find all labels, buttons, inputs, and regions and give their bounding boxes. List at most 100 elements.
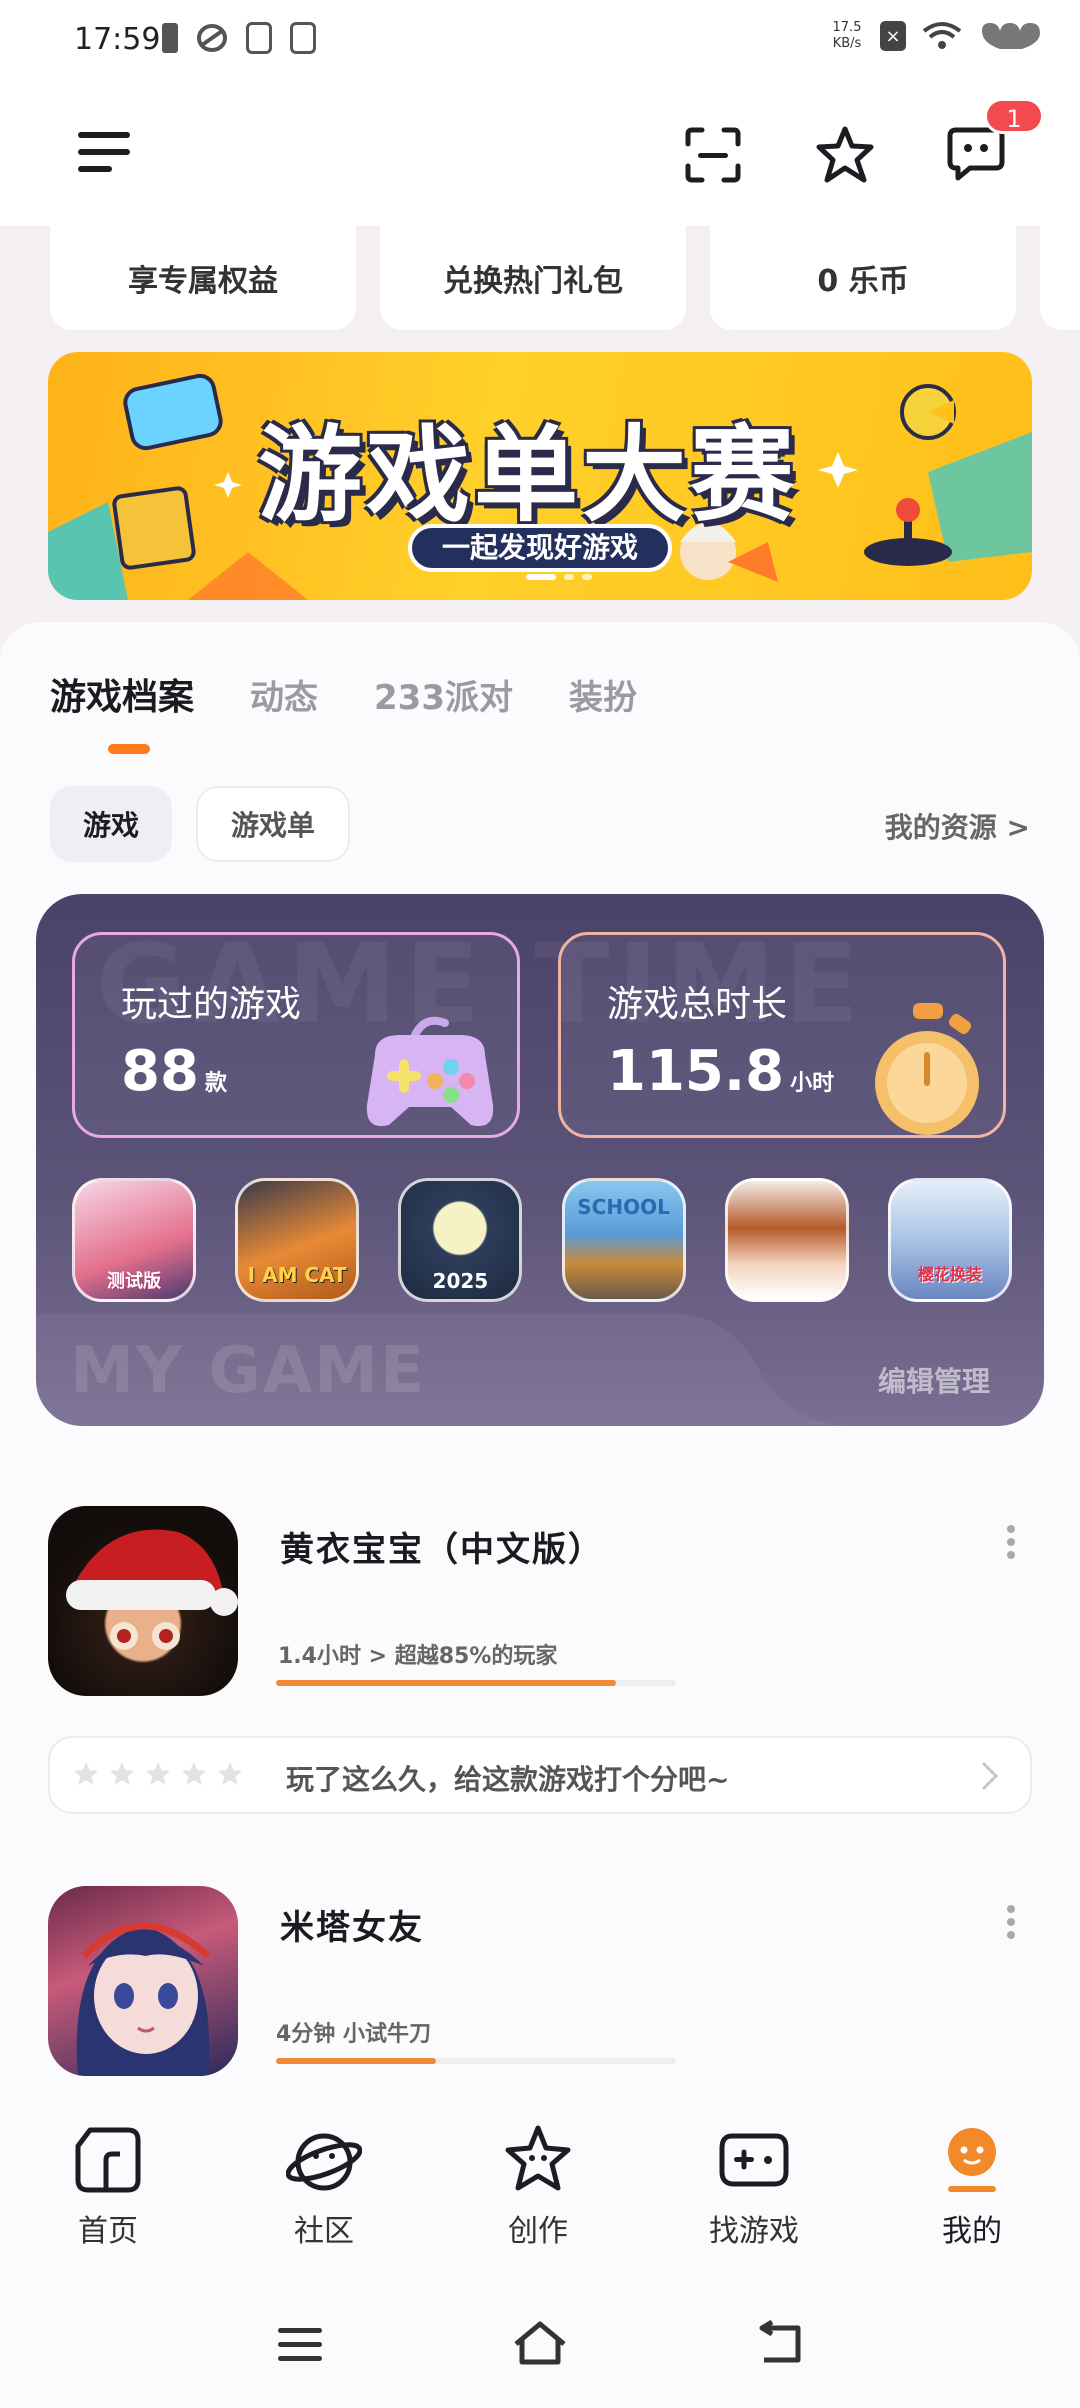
banner-pagination: [526, 574, 592, 580]
sim-icon: ×: [880, 21, 906, 51]
tab-233-party[interactable]: 233派对: [374, 670, 513, 719]
game-time-card: GAME TIME 玩过的游戏 88 款 游戏总时长 115.8 小时 测试版 I …: [36, 894, 1044, 1426]
total-unit: 小时: [790, 1071, 835, 1096]
filter-games-chip[interactable]: 游戏: [50, 786, 172, 862]
more-options-icon[interactable]: [1006, 1904, 1016, 1940]
playtime-progress-track: [276, 2058, 676, 2064]
game-title[interactable]: 黄衣宝宝（中文版）: [280, 1522, 604, 1571]
star-icon[interactable]: [108, 1760, 136, 1788]
scan-icon[interactable]: [684, 126, 742, 184]
star-icon[interactable]: [216, 1760, 244, 1788]
star-icon[interactable]: [72, 1760, 100, 1788]
playtime-progress-track: [276, 1680, 676, 1686]
net-speed-unit: KB/s: [832, 36, 862, 51]
recent-game-thumb[interactable]: 测试版: [72, 1178, 196, 1302]
game-icon-yellow-baby[interactable]: [48, 1506, 238, 1696]
bottom-navigation: 首页 社区 创作 找游戏 我的: [0, 2098, 1080, 2292]
profile-icon: [948, 2128, 996, 2192]
app-notification-icon: [197, 24, 227, 52]
total-playtime-value: 115.8 小时: [607, 1039, 834, 1104]
list-icon: [290, 22, 316, 54]
tab-outfit[interactable]: 装扮: [569, 670, 637, 719]
battery-icon: [982, 23, 1040, 49]
nav-community[interactable]: 社区: [244, 2122, 404, 2250]
banner-subtitle: 一起发现好游戏: [408, 524, 673, 572]
total-hours: 115.8: [607, 1039, 785, 1104]
event-banner[interactable]: 游戏单大赛 一起发现好游戏: [48, 352, 1032, 600]
status-bar: 17:59 17.5 KB/s ×: [0, 0, 1080, 86]
tab-indicator: [108, 744, 150, 754]
le-coin-button[interactable]: 0 乐币: [710, 226, 1016, 330]
played-games-value: 88 款: [121, 1039, 227, 1104]
thumb-caption: 测试版: [107, 1271, 161, 1292]
wallet-icon: [246, 22, 272, 54]
thumb-caption: I AM CAT: [247, 1263, 347, 1287]
nav-create[interactable]: 创作: [458, 2122, 618, 2250]
game-playtime-meta: 4分钟 小试牛刀: [276, 2022, 431, 2047]
back-icon[interactable]: [750, 2314, 810, 2374]
nav-find-game-label: 找游戏: [709, 2214, 799, 2249]
my-resources-link[interactable]: 我的资源 >: [885, 806, 1030, 846]
chevron-right-icon: [982, 1762, 999, 1790]
nav-home[interactable]: 首页: [28, 2122, 188, 2250]
stopwatch-icon: [875, 1003, 979, 1135]
recent-game-thumb[interactable]: [724, 1178, 849, 1302]
rating-stars: [72, 1760, 244, 1788]
sim-label: ×: [885, 25, 901, 47]
find-game-icon: [719, 2133, 789, 2187]
status-right: 17.5 KB/s ×: [830, 20, 1044, 52]
wifi-icon: [922, 22, 962, 49]
game-title[interactable]: 米塔女友: [280, 1900, 424, 1949]
game-icon-mita[interactable]: [48, 1886, 238, 2076]
banner-dot: [582, 574, 592, 580]
net-speed: 17.5 KB/s: [830, 20, 864, 52]
filter-gamelist-chip[interactable]: 游戏单: [196, 786, 350, 862]
playtime-progress-fill: [276, 2058, 436, 2064]
nav-home-label: 首页: [78, 2214, 138, 2249]
banner-dot-active: [526, 574, 556, 580]
status-time: 17:59: [74, 22, 161, 57]
more-options-icon[interactable]: [1006, 1524, 1016, 1560]
anime-girl-icon: [76, 1922, 211, 2076]
santa-hat-icon: [66, 1529, 238, 1650]
home-button-icon[interactable]: [510, 2314, 570, 2374]
benefit-row: 享专属权益 兑换热门礼包 0 乐币: [0, 226, 1080, 336]
favorites-star-icon[interactable]: [814, 124, 876, 186]
star-icon[interactable]: [144, 1760, 172, 1788]
exclusive-benefits-button[interactable]: 享专属权益: [50, 226, 356, 330]
create-icon: [505, 2125, 571, 2191]
thumb-caption: 2025: [432, 1269, 489, 1293]
game-playtime-meta: 1.4小时 > 超越85%的玩家: [278, 1644, 558, 1669]
edit-manage-button[interactable]: 编辑管理: [878, 1360, 990, 1400]
gamepad-icon: [366, 1016, 494, 1127]
total-playtime-box[interactable]: 游戏总时长 115.8 小时: [558, 932, 1006, 1138]
recent-game-thumb[interactable]: SCHOOL: [561, 1178, 686, 1302]
top-app-bar: 1: [0, 86, 1080, 226]
played-games-box[interactable]: 玩过的游戏 88 款: [72, 932, 520, 1138]
my-game-watermark: MY GAME: [70, 1334, 426, 1408]
recent-game-thumb[interactable]: I AM CAT: [235, 1178, 360, 1302]
total-playtime-label: 游戏总时长: [607, 984, 788, 1025]
tab-activity[interactable]: 动态: [250, 670, 318, 719]
redeem-gift-button[interactable]: 兑换热门礼包: [380, 226, 686, 330]
benefit-pill-overflow[interactable]: [1040, 226, 1080, 330]
banner-dot: [564, 574, 574, 580]
recent-game-thumb[interactable]: 2025: [398, 1178, 523, 1302]
recent-game-thumb[interactable]: 樱花换装: [887, 1178, 1012, 1302]
nav-profile[interactable]: 我的: [892, 2122, 1052, 2250]
nav-find-game[interactable]: 找游戏: [674, 2122, 834, 2250]
home-icon: [75, 2127, 141, 2193]
thumb-caption: 樱花换装: [917, 1265, 982, 1284]
recent-games-row: 测试版 I AM CAT 2025 SCHOOL 樱花换装: [72, 1178, 1012, 1302]
recent-apps-icon[interactable]: [270, 2314, 330, 2374]
rate-game-prompt[interactable]: 玩了这么久，给这款游戏打个分吧~: [48, 1736, 1032, 1814]
menu-icon[interactable]: [78, 130, 130, 174]
net-speed-value: 17.5: [832, 20, 862, 35]
message-icon[interactable]: [946, 126, 1006, 182]
tab-game-archive[interactable]: 游戏档案: [50, 668, 194, 720]
nav-create-label: 创作: [508, 2214, 568, 2249]
nav-community-label: 社区: [294, 2214, 354, 2249]
star-icon[interactable]: [180, 1760, 208, 1788]
played-unit: 款: [204, 1071, 227, 1096]
nav-profile-label: 我的: [942, 2214, 1002, 2249]
